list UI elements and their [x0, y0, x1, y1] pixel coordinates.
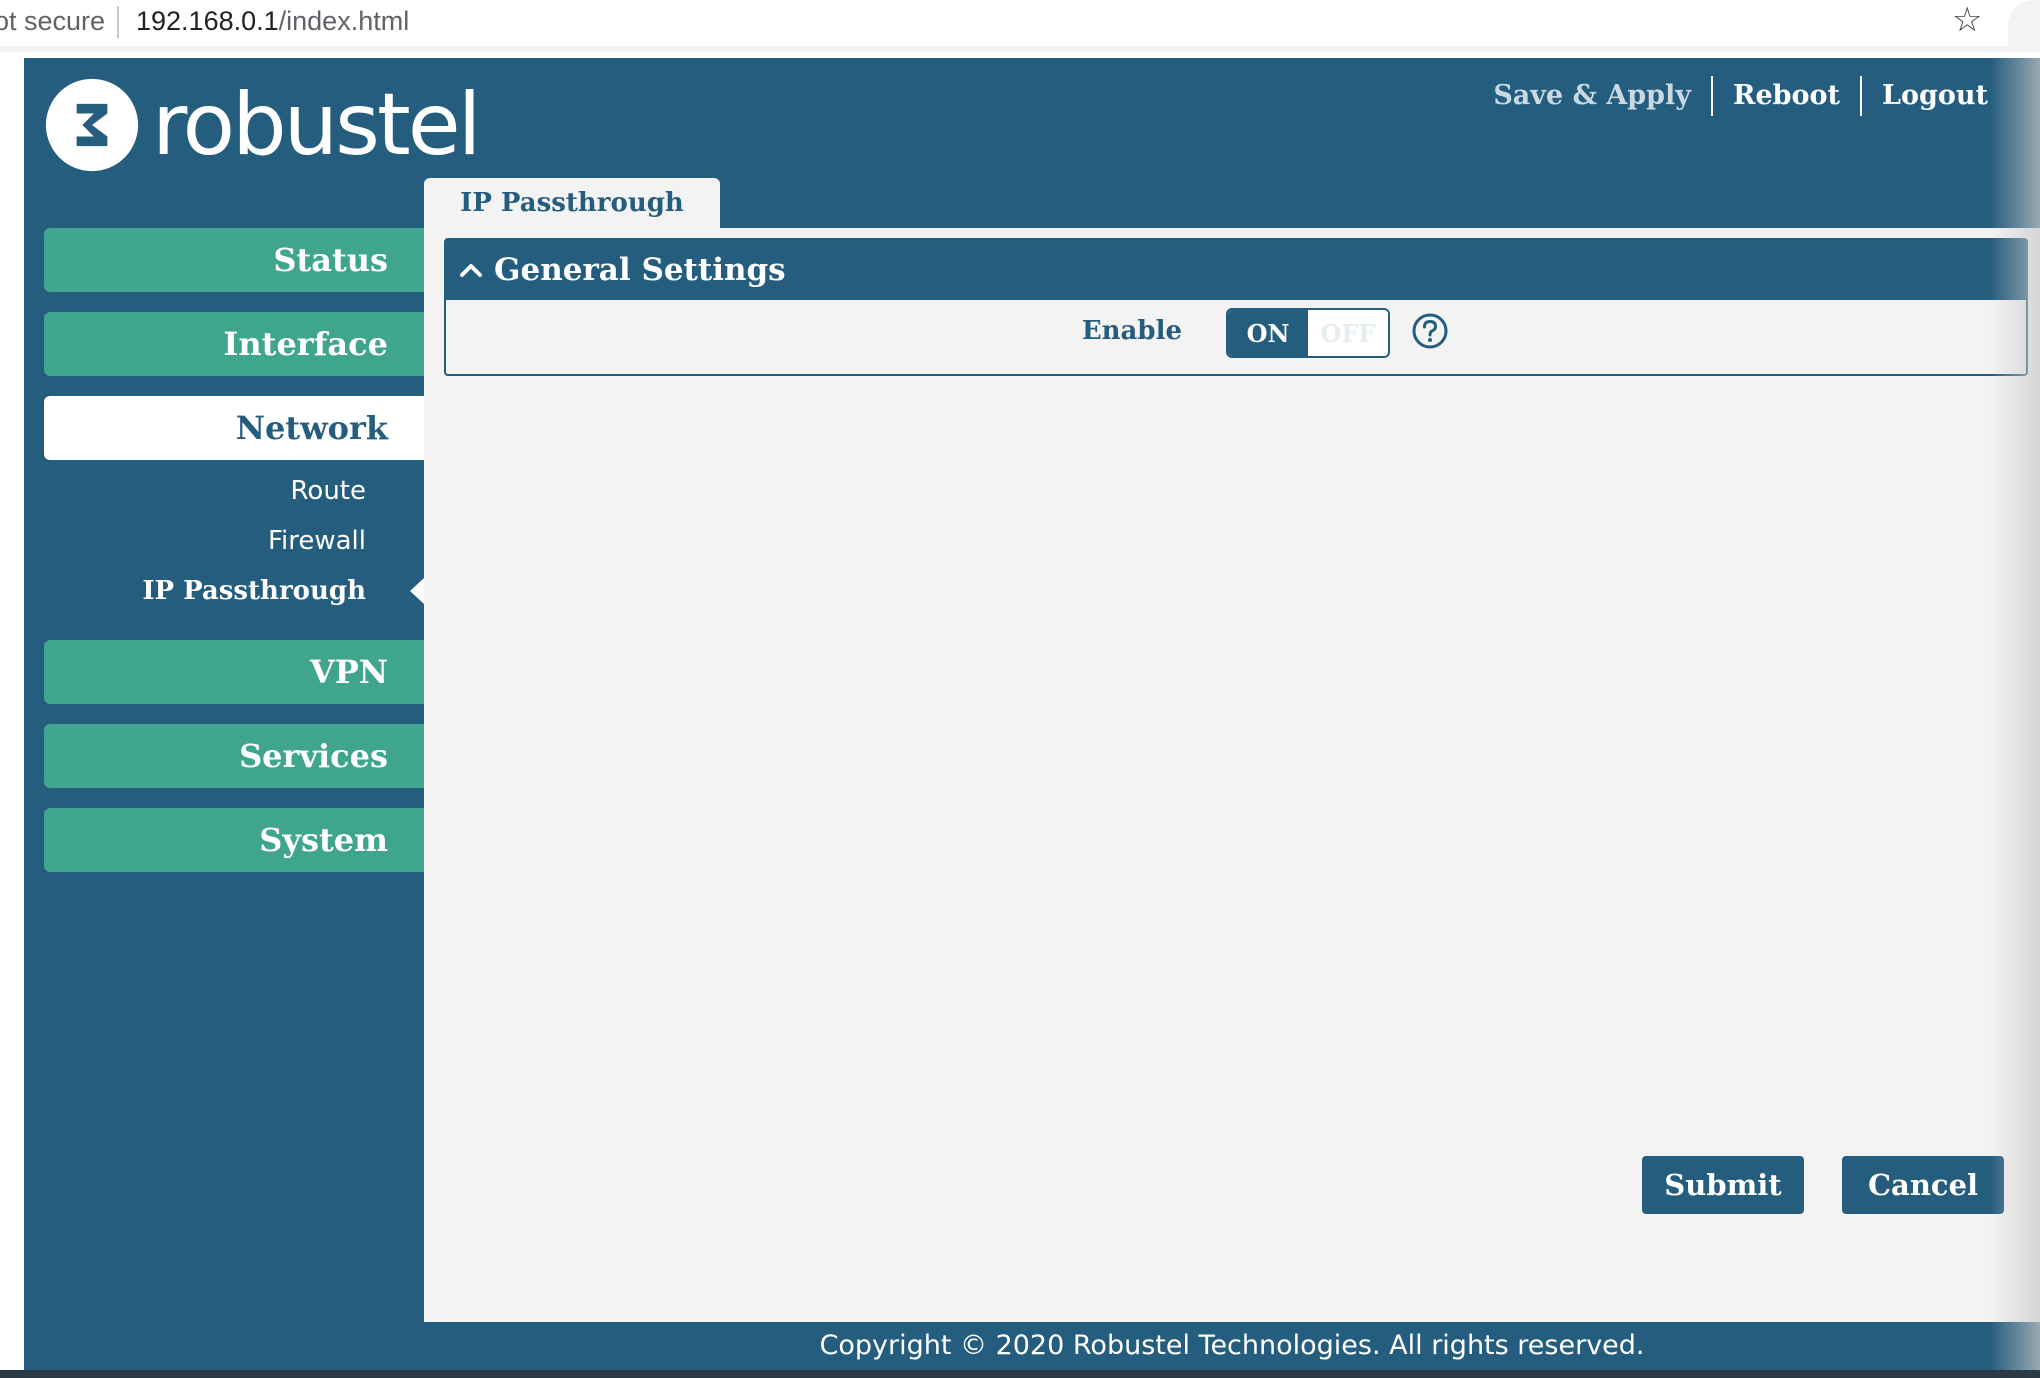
cancel-button[interactable]: Cancel: [1842, 1156, 2004, 1214]
star-icon[interactable]: ☆: [1952, 0, 1982, 40]
footer-copyright: Copyright © 2020 Robustel Technologies. …: [819, 1329, 1645, 1361]
subnav-item-ip-passthrough[interactable]: IP Passthrough: [44, 566, 424, 616]
enable-label: Enable: [1081, 316, 1182, 346]
sidebar-item-status[interactable]: Status: [44, 228, 424, 292]
sidebar-nav: Status Interface Network Route Firewall …: [44, 228, 424, 892]
sidebar-item-system[interactable]: System: [44, 808, 424, 872]
network-subnav: Route Firewall IP Passthrough: [44, 466, 424, 616]
sidebar-item-interface[interactable]: Interface: [44, 312, 424, 376]
enable-row: Enable ON OFF: [446, 300, 2026, 374]
url-path: /index.html: [278, 6, 410, 36]
header-actions: Save & Apply Reboot Logout: [1473, 76, 2008, 116]
sidebar-item-vpn[interactable]: VPN: [44, 640, 424, 704]
help-icon[interactable]: [1411, 312, 1449, 350]
general-settings-panel: General Settings Enable ON OFF: [444, 238, 2028, 376]
security-indicator[interactable]: ot secure: [0, 6, 105, 37]
toggle-off-label: OFF: [1308, 310, 1388, 356]
enable-toggle[interactable]: ON OFF: [1226, 308, 1390, 358]
submit-button[interactable]: Submit: [1642, 1156, 1804, 1214]
sidebar-item-services[interactable]: Services: [44, 724, 424, 788]
reboot-link[interactable]: Reboot: [1711, 76, 1860, 116]
url-divider: [117, 6, 119, 38]
section-title: General Settings: [494, 252, 786, 288]
subnav-item-firewall[interactable]: Firewall: [44, 516, 424, 566]
url-host: 192.168.0.1: [136, 6, 279, 36]
chevron-up-icon: [460, 264, 482, 277]
save-apply-link[interactable]: Save & Apply: [1473, 76, 1711, 116]
app-frame: robustel Save & Apply Reboot Logout Stat…: [24, 58, 2040, 1376]
browser-address-bar: ot secure 192.168.0.1/index.html ☆: [0, 0, 2040, 52]
logout-link[interactable]: Logout: [1860, 76, 2008, 116]
general-settings-header[interactable]: General Settings: [446, 240, 2026, 300]
taskbar-strip: [0, 1370, 2040, 1378]
url-text[interactable]: 192.168.0.1/index.html: [136, 6, 409, 37]
brand-logo[interactable]: robustel: [44, 70, 482, 180]
brand-name: robustel: [152, 75, 482, 175]
robustel-logo-icon: [45, 78, 139, 172]
sidebar-item-network[interactable]: Network: [44, 396, 424, 460]
browser-edge: [2008, 0, 2040, 52]
toggle-on-label: ON: [1228, 310, 1308, 356]
subnav-item-route[interactable]: Route: [44, 466, 424, 516]
tab-ip-passthrough[interactable]: IP Passthrough: [424, 178, 720, 228]
